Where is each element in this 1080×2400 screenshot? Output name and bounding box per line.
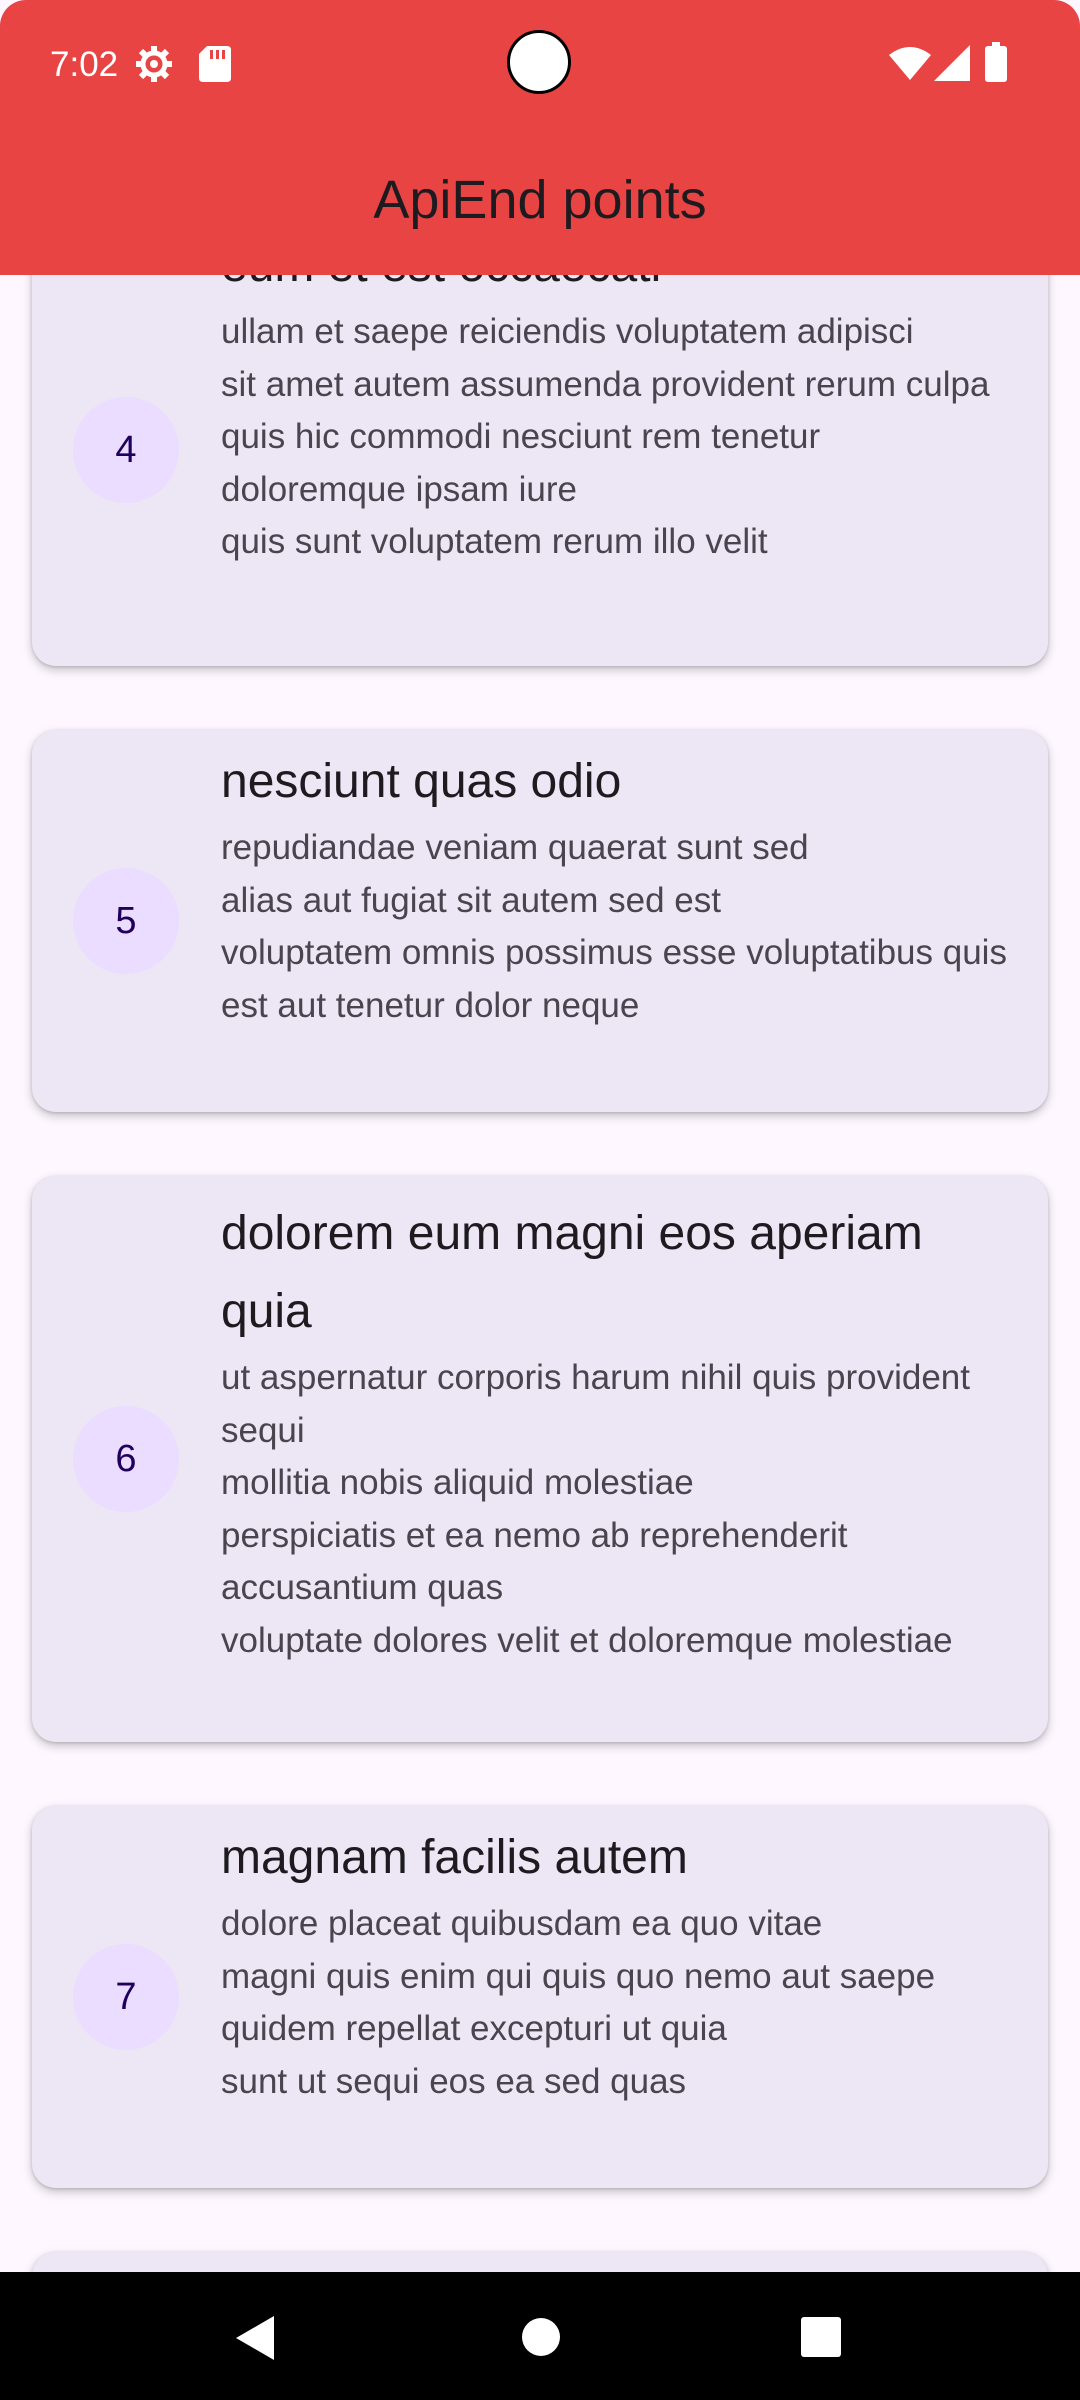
app-bar: 7:02 ApiEnd points [0,0,1080,275]
post-id-avatar: 7 [73,1944,179,2050]
post-id-avatar: 4 [73,397,179,503]
cell-signal-icon [934,45,970,81]
system-nav-bar [0,2272,1080,2400]
post-title: magnam facilis autem [221,1831,688,1884]
recents-icon[interactable] [801,2317,841,2357]
camera-cutout [507,30,571,94]
post-card[interactable]: 5 nesciunt quas odio repudiandae veniam … [32,730,1048,1112]
back-icon[interactable] [236,2316,276,2360]
post-body: repudiandae veniam quaerat sunt sed alia… [221,828,1007,1025]
post-list[interactable]: 4 eum et est occaecati ullam et saepe re… [0,275,1080,2272]
post-card[interactable]: 7 magnam facilis autem dolore placeat qu… [32,1806,1048,2188]
post-title: dolorem eum magni eos aperiam quia [221,1207,923,1338]
post-body: ullam et saepe reiciendis voluptatem adi… [221,312,990,561]
page-title: ApiEnd points [373,170,707,230]
sd-card-icon [199,46,231,82]
post-body: dolore placeat quibusdam ea quo vitae ma… [221,1904,936,2101]
post-title: eum et est occaecati [221,275,1008,305]
home-icon[interactable] [522,2318,560,2356]
post-title: nesciunt quas odio [221,755,622,808]
status-time: 7:02 [50,45,119,84]
wifi-icon [889,46,931,80]
post-card-partial[interactable] [32,2252,1048,2272]
post-card[interactable]: 6 dolorem eum magni eos aperiam quia ut … [32,1176,1048,1742]
post-card[interactable]: 4 eum et est occaecati ullam et saepe re… [32,275,1048,666]
settings-gear-icon [134,44,174,84]
post-body: ut aspernatur corporis harum nihil quis … [221,1358,970,1660]
post-id-avatar: 6 [73,1406,179,1512]
battery-icon [985,42,1007,82]
post-id-avatar: 5 [73,868,179,974]
